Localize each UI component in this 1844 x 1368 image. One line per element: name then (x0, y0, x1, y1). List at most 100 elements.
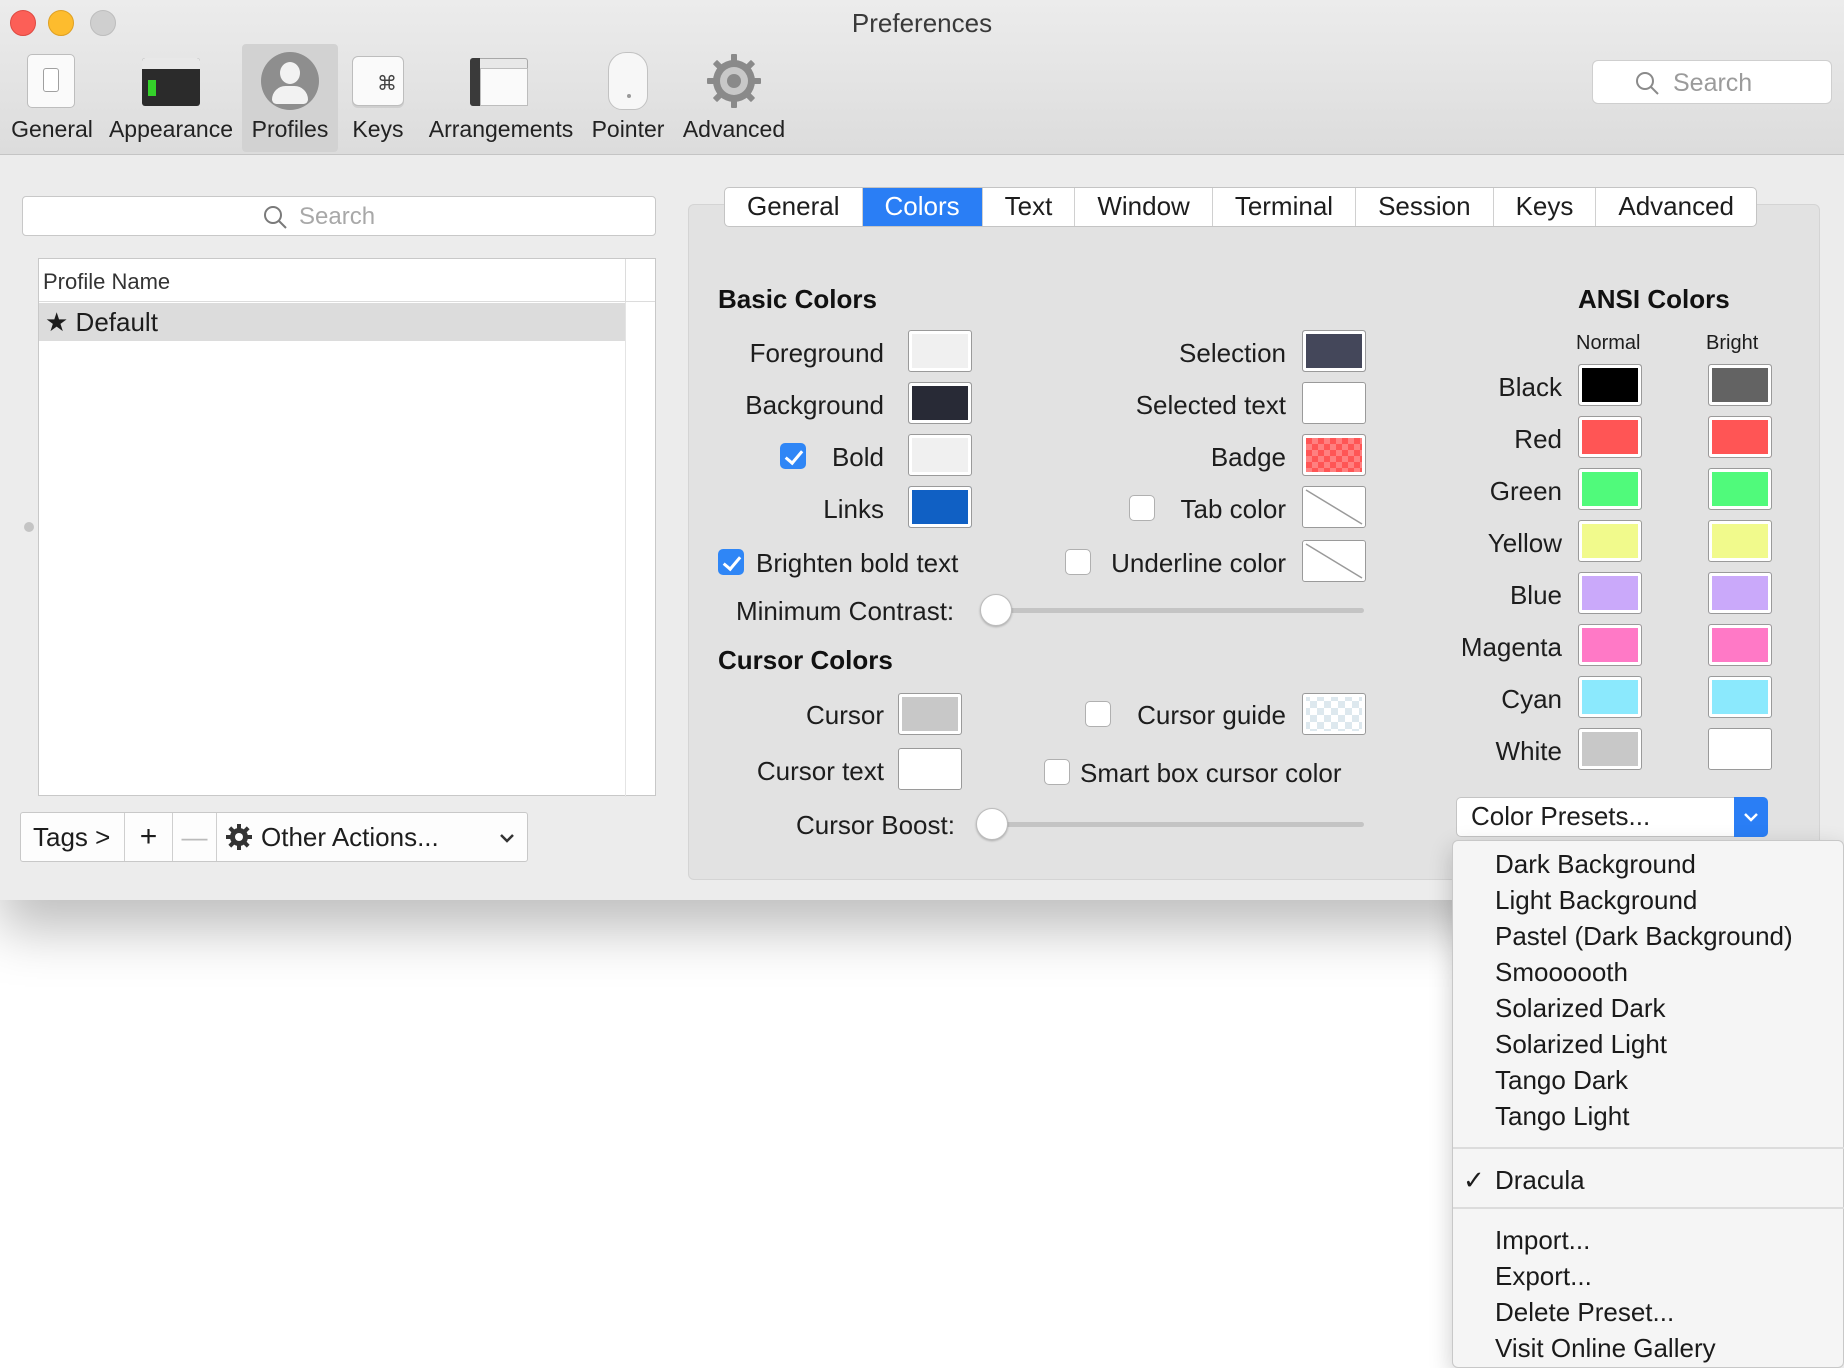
menu-action-item[interactable]: Delete Preset... (1495, 1297, 1674, 1331)
selection-color-well[interactable] (1302, 330, 1366, 372)
background-label: Background (745, 390, 884, 420)
foreground-color-well[interactable] (908, 330, 972, 372)
preset-item[interactable]: Light Background (1495, 885, 1697, 919)
tab-advanced[interactable]: Advanced (1596, 188, 1756, 226)
no-color-slash-icon (1305, 489, 1363, 525)
brighten-bold-checkbox[interactable] (718, 549, 744, 575)
tab-window[interactable]: Window (1075, 188, 1213, 226)
preset-item[interactable]: Solarized Dark (1495, 993, 1666, 1027)
ansi-yellow-bright-well[interactable] (1708, 520, 1772, 562)
toolbar-general[interactable]: General (6, 44, 98, 152)
links-color-well[interactable] (908, 486, 972, 528)
menu-action-item[interactable]: Export... (1495, 1261, 1592, 1295)
underline-color-well[interactable] (1302, 540, 1366, 582)
ansi-yellow-normal-well[interactable] (1578, 520, 1642, 562)
preset-item[interactable]: Smoooooth (1495, 957, 1628, 991)
preset-item[interactable]: Solarized Light (1495, 1029, 1667, 1063)
tab-color-well[interactable] (1302, 486, 1366, 528)
ansi-black-label: Black (1498, 372, 1562, 402)
menu-action-item[interactable]: Import... (1495, 1225, 1590, 1259)
menu-action-item[interactable]: Visit Online Gallery (1495, 1333, 1716, 1367)
column-divider (625, 302, 626, 797)
preset-item[interactable]: Tango Light (1495, 1101, 1629, 1135)
mouse-icon (599, 52, 657, 110)
ansi-blue-bright-well[interactable] (1708, 572, 1772, 614)
profile-row-default[interactable]: ★ Default (39, 303, 625, 341)
preferences-window: Preferences General Appearance Profiles … (0, 0, 1844, 900)
remove-profile-button[interactable]: — (173, 813, 217, 861)
cursor-text-color-well[interactable] (898, 748, 962, 790)
cursor-guide-label: Cursor guide (1137, 700, 1286, 730)
toolbar-pointer-label: Pointer (591, 116, 665, 142)
arrangements-windows-icon (470, 52, 530, 110)
profile-search-field[interactable]: Search (22, 196, 656, 236)
cursor-boost-knob[interactable] (976, 808, 1008, 840)
add-profile-button[interactable]: + (125, 813, 173, 861)
toolbar-appearance[interactable]: Appearance (104, 44, 238, 152)
preset-item[interactable]: Pastel (Dark Background) (1495, 921, 1793, 955)
ansi-magenta-label: Magenta (1460, 632, 1562, 662)
chevron-down-icon (1734, 797, 1768, 837)
cursor-boost-slider[interactable] (992, 822, 1364, 827)
tab-text[interactable]: Text (983, 188, 1076, 226)
preset-item[interactable]: Tango Dark (1495, 1065, 1628, 1099)
profile-name-column-header[interactable]: Profile Name (39, 259, 655, 302)
menu-separator (1453, 1207, 1844, 1209)
ansi-white-normal-well[interactable] (1578, 728, 1642, 770)
toolbar-keys[interactable]: ⌘ Keys (344, 44, 412, 152)
color-presets-button[interactable]: Color Presets... (1456, 797, 1768, 837)
default-star-icon: ★ (45, 307, 69, 337)
plus-icon: + (139, 820, 158, 853)
underline-color-checkbox[interactable] (1065, 549, 1091, 575)
basic-colors-heading: Basic Colors (718, 284, 877, 314)
cursor-guide-checkbox[interactable] (1085, 701, 1111, 727)
toolbar-arrangements[interactable]: Arrangements (422, 44, 580, 152)
profile-row-name: Default (75, 307, 158, 337)
minimum-contrast-slider[interactable] (996, 608, 1364, 613)
selected-text-color-well[interactable] (1302, 382, 1366, 424)
toolbar-pointer[interactable]: Pointer (586, 44, 670, 152)
cursor-color-well[interactable] (898, 693, 962, 735)
ansi-cyan-bright-well[interactable] (1708, 676, 1772, 718)
smart-box-cursor-checkbox[interactable] (1044, 759, 1070, 785)
ansi-black-normal-well[interactable] (1578, 364, 1642, 406)
ansi-red-label: Red (1514, 424, 1562, 454)
search-icon (264, 206, 287, 229)
ansi-magenta-normal-well[interactable] (1578, 624, 1642, 666)
preset-item-dracula[interactable]: Dracula (1495, 1165, 1585, 1199)
no-color-slash-icon (1305, 543, 1363, 579)
minimum-contrast-knob[interactable] (980, 594, 1012, 626)
background-color-well[interactable] (908, 382, 972, 424)
column-separator (625, 259, 626, 302)
ansi-green-normal-well[interactable] (1578, 468, 1642, 510)
split-view-handle[interactable] (24, 522, 34, 532)
ansi-black-bright-well[interactable] (1708, 364, 1772, 406)
tab-colors[interactable]: Colors (862, 188, 983, 226)
ansi-cyan-label: Cyan (1501, 684, 1562, 714)
tab-session[interactable]: Session (1356, 188, 1494, 226)
ansi-red-normal-well[interactable] (1578, 416, 1642, 458)
cursor-guide-color-well[interactable] (1302, 693, 1366, 735)
bold-checkbox[interactable] (780, 443, 806, 469)
preset-item[interactable]: Dark Background (1495, 849, 1696, 883)
ansi-white-bright-well[interactable] (1708, 728, 1772, 770)
tab-color-checkbox[interactable] (1129, 495, 1155, 521)
ansi-red-bright-well[interactable] (1708, 416, 1772, 458)
tags-button[interactable]: Tags > (21, 813, 125, 861)
tab-keys[interactable]: Keys (1494, 188, 1597, 226)
bold-color-well[interactable] (908, 434, 972, 476)
toolbar-profiles[interactable]: Profiles (242, 44, 338, 152)
toolbar-advanced[interactable]: Advanced (678, 44, 790, 152)
tab-general[interactable]: General (725, 188, 863, 226)
ansi-blue-normal-well[interactable] (1578, 572, 1642, 614)
badge-color-well[interactable] (1302, 434, 1366, 476)
ansi-green-bright-well[interactable] (1708, 468, 1772, 510)
other-actions-label: Other Actions... (261, 821, 439, 852)
toolbar-profiles-label: Profiles (251, 116, 329, 142)
profile-search-placeholder: Search (299, 203, 376, 230)
ansi-magenta-bright-well[interactable] (1708, 624, 1772, 666)
ansi-cyan-normal-well[interactable] (1578, 676, 1642, 718)
tab-terminal[interactable]: Terminal (1213, 188, 1357, 226)
other-actions-menu[interactable]: Other Actions... (217, 813, 527, 861)
toolbar-search-field[interactable]: Search (1592, 60, 1832, 104)
